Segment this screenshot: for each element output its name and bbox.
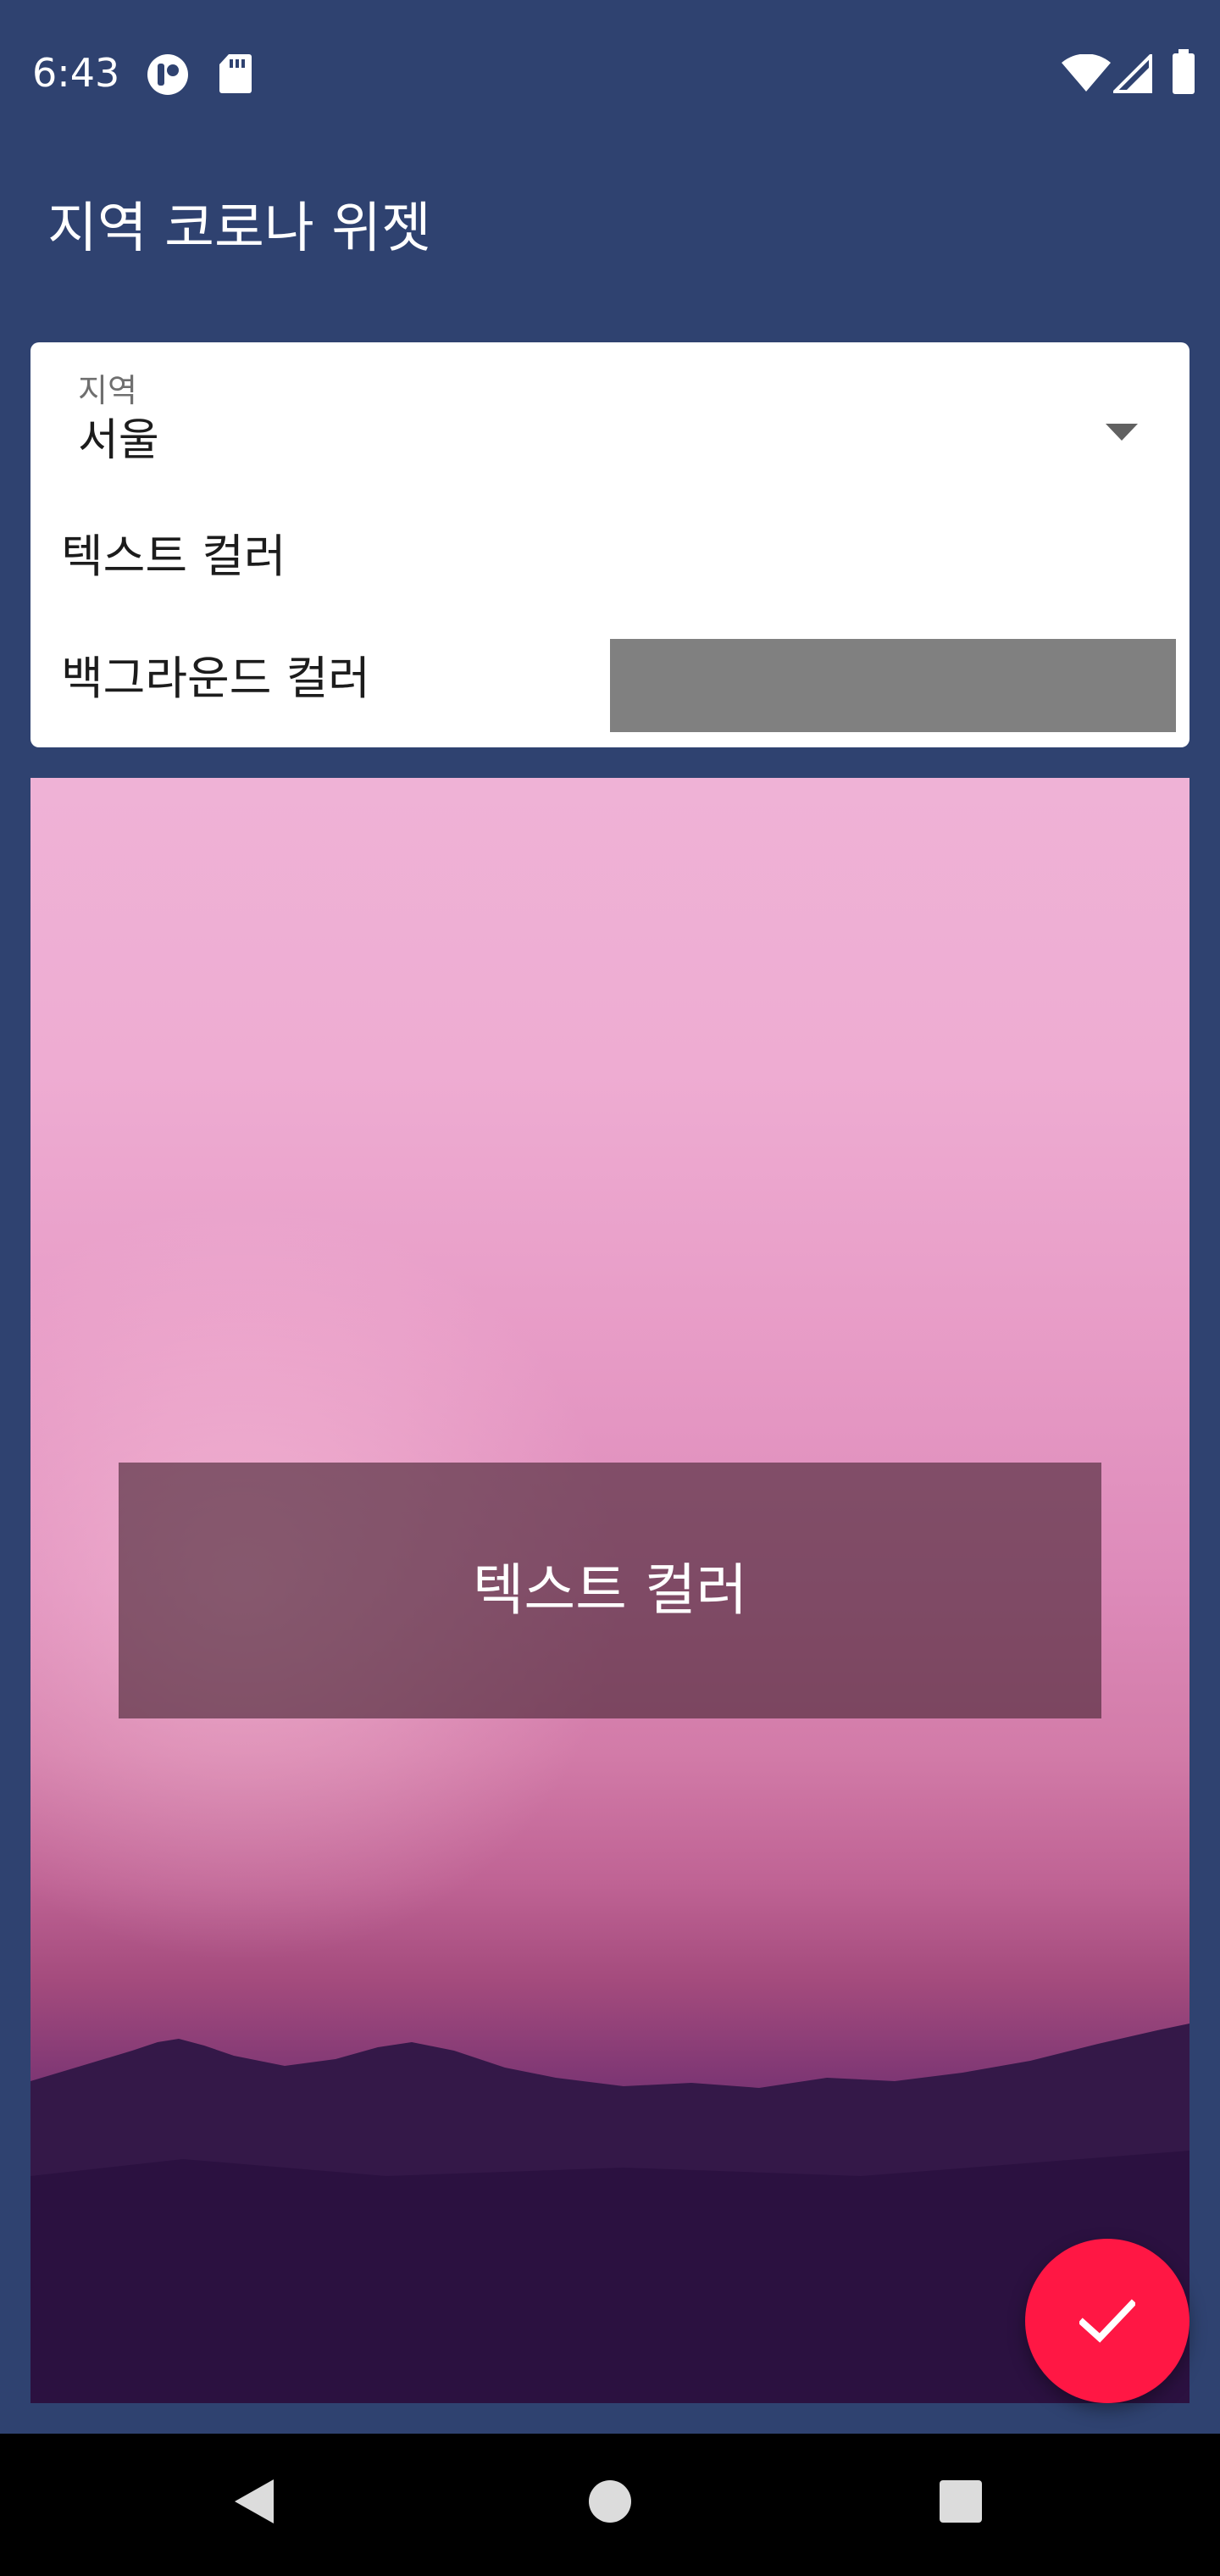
navigation-bar [0, 2434, 1220, 2576]
status-time: 6:43 [32, 50, 120, 96]
app-title: 지역 코로나 위젯 [47, 197, 431, 260]
battery-icon [1171, 49, 1196, 95]
region-dropdown[interactable]: 지역 서울 [30, 342, 1190, 503]
text-color-label[interactable]: 텍스트 컬러 [61, 527, 286, 586]
cell-signal-icon [1111, 52, 1152, 93]
preview-text: 텍스트 컬러 [472, 1557, 748, 1623]
preview-text-box: 텍스트 컬러 [119, 1463, 1101, 1718]
app-notification-icon [146, 53, 190, 97]
mountain-silhouette [30, 2024, 1190, 2403]
status-bar: 6:43 [0, 0, 1220, 149]
check-icon [1079, 2299, 1135, 2343]
sd-card-icon [219, 53, 252, 95]
settings-card: 지역 서울 텍스트 컬러 백그라운드 컬러 [30, 342, 1190, 747]
region-value: 서울 [78, 415, 159, 466]
background-color-label: 백그라운드 컬러 [61, 652, 370, 705]
dropdown-arrow-icon [1101, 415, 1142, 449]
widget-preview: 텍스트 컬러 [30, 778, 1190, 2403]
background-color-swatch[interactable] [610, 639, 1176, 732]
confirm-button[interactable] [1025, 2239, 1190, 2403]
back-icon[interactable] [224, 2471, 285, 2532]
home-icon[interactable] [580, 2471, 640, 2532]
recents-icon[interactable] [930, 2471, 991, 2532]
wifi-icon [1061, 53, 1112, 93]
region-label: 지역 [78, 372, 137, 409]
